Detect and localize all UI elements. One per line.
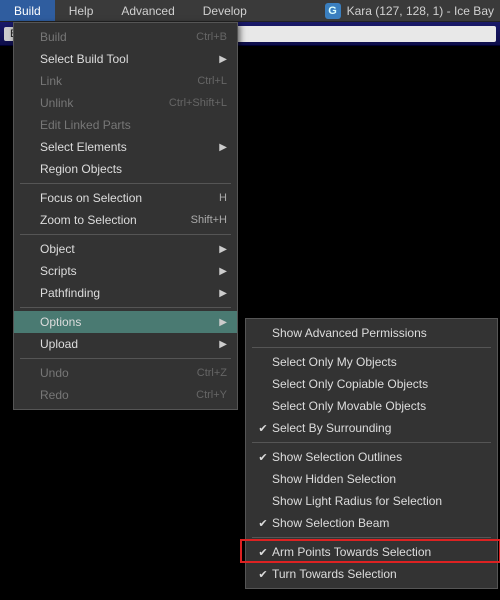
build-menu-item-zoom-to-selection[interactable]: Zoom to SelectionShift+H <box>14 209 237 231</box>
options-submenu-item-show-hidden-selection[interactable]: Show Hidden Selection <box>246 468 497 490</box>
check-icon: ✔ <box>254 546 272 559</box>
menubar-item-develop[interactable]: Develop <box>189 0 261 21</box>
menu-item-label: Region Objects <box>40 162 227 176</box>
check-icon: ✔ <box>254 517 272 530</box>
menubar-item-help[interactable]: Help <box>55 0 108 21</box>
group-icon: G <box>325 3 341 19</box>
menu-item-label: Build <box>40 30 186 44</box>
options-submenu-item-show-selection-beam[interactable]: ✔Show Selection Beam <box>246 512 497 534</box>
menu-item-label: Focus on Selection <box>40 191 209 205</box>
menu-item-accelerator: Shift+H <box>181 214 227 226</box>
menubar-spacer <box>261 0 319 21</box>
menu-item-accelerator: H <box>209 192 227 204</box>
menu-item-label: Show Selection Outlines <box>272 450 487 464</box>
chevron-right-icon: ▶ <box>217 244 227 255</box>
menu-item-label: Redo <box>40 388 186 402</box>
build-menu: BuildCtrl+BSelect Build Tool▶LinkCtrl+LU… <box>13 22 238 410</box>
options-submenu-item-select-only-my-objects[interactable]: Select Only My Objects <box>246 351 497 373</box>
menu-item-label: Select Only Copiable Objects <box>272 377 487 391</box>
menu-item-label: Select Only My Objects <box>272 355 487 369</box>
menu-item-label: Undo <box>40 366 187 380</box>
menu-item-label: Show Hidden Selection <box>272 472 487 486</box>
menu-item-label: Options <box>40 315 217 329</box>
build-menu-item-redo: RedoCtrl+Y <box>14 384 237 406</box>
menu-item-label: Select Build Tool <box>40 52 217 66</box>
menubar-item-build[interactable]: Build <box>0 0 55 21</box>
options-submenu-item-select-only-copiable-objects[interactable]: Select Only Copiable Objects <box>246 373 497 395</box>
options-submenu-item-show-selection-outlines[interactable]: ✔Show Selection Outlines <box>246 446 497 468</box>
options-submenu-item-select-only-movable-objects[interactable]: Select Only Movable Objects <box>246 395 497 417</box>
options-submenu-item-show-advanced-permissions[interactable]: Show Advanced Permissions <box>246 322 497 344</box>
menu-item-label: Select Elements <box>40 140 217 154</box>
menu-item-label: Show Advanced Permissions <box>272 326 487 340</box>
chevron-right-icon: ▶ <box>217 142 227 153</box>
build-menu-item-object[interactable]: Object▶ <box>14 238 237 260</box>
menu-item-accelerator: Ctrl+B <box>186 31 227 43</box>
build-menu-item-link: LinkCtrl+L <box>14 70 237 92</box>
menu-item-label: Scripts <box>40 264 217 278</box>
chevron-right-icon: ▶ <box>217 317 227 328</box>
options-submenu-item-arm-points-towards-selection[interactable]: ✔Arm Points Towards Selection <box>246 541 497 563</box>
menu-item-label: Arm Points Towards Selection <box>272 545 487 559</box>
location-badge[interactable]: G Kara (127, 128, 1) - Ice Bay <box>319 0 500 21</box>
build-menu-item-undo: UndoCtrl+Z <box>14 362 237 384</box>
options-submenu-separator <box>252 442 491 443</box>
menu-item-label: Show Light Radius for Selection <box>272 494 487 508</box>
build-menu-item-region-objects[interactable]: Region Objects <box>14 158 237 180</box>
build-menu-item-options[interactable]: Options▶ <box>14 311 237 333</box>
menu-item-label: Link <box>40 74 187 88</box>
build-menu-item-pathfinding[interactable]: Pathfinding▶ <box>14 282 237 304</box>
menu-item-label: Zoom to Selection <box>40 213 181 227</box>
menu-item-label: Select Only Movable Objects <box>272 399 487 413</box>
options-submenu-separator <box>252 347 491 348</box>
menu-item-label: Object <box>40 242 217 256</box>
chevron-right-icon: ▶ <box>217 54 227 65</box>
menu-item-label: Turn Towards Selection <box>272 567 487 581</box>
check-icon: ✔ <box>254 568 272 581</box>
options-submenu: Show Advanced Permissions Select Only My … <box>245 318 498 589</box>
menubar-item-advanced[interactable]: Advanced <box>107 0 188 21</box>
menu-item-accelerator: Ctrl+Shift+L <box>159 97 227 109</box>
build-menu-item-build: BuildCtrl+B <box>14 26 237 48</box>
options-submenu-separator <box>252 537 491 538</box>
location-text: Kara (127, 128, 1) - Ice Bay <box>347 4 494 18</box>
build-menu-item-unlink: UnlinkCtrl+Shift+L <box>14 92 237 114</box>
options-submenu-item-show-light-radius-for-selection[interactable]: Show Light Radius for Selection <box>246 490 497 512</box>
build-menu-separator <box>20 358 231 359</box>
menu-item-accelerator: Ctrl+L <box>187 75 227 87</box>
build-menu-item-select-build-tool[interactable]: Select Build Tool▶ <box>14 48 237 70</box>
menu-item-label: Select By Surrounding <box>272 421 487 435</box>
menu-item-label: Show Selection Beam <box>272 516 487 530</box>
build-menu-separator <box>20 183 231 184</box>
menu-item-label: Edit Linked Parts <box>40 118 227 132</box>
build-menu-item-select-elements[interactable]: Select Elements▶ <box>14 136 237 158</box>
menu-item-accelerator: Ctrl+Y <box>186 389 227 401</box>
chevron-right-icon: ▶ <box>217 339 227 350</box>
build-menu-separator <box>20 234 231 235</box>
check-icon: ✔ <box>254 451 272 464</box>
build-menu-item-upload[interactable]: Upload▶ <box>14 333 237 355</box>
options-submenu-item-turn-towards-selection[interactable]: ✔Turn Towards Selection <box>246 563 497 585</box>
build-menu-item-edit-linked-parts: Edit Linked Parts <box>14 114 237 136</box>
menubar: Build Help Advanced Develop G Kara (127,… <box>0 0 500 22</box>
menu-item-accelerator: Ctrl+Z <box>187 367 227 379</box>
build-menu-separator <box>20 307 231 308</box>
build-menu-item-scripts[interactable]: Scripts▶ <box>14 260 237 282</box>
chevron-right-icon: ▶ <box>217 288 227 299</box>
chevron-right-icon: ▶ <box>217 266 227 277</box>
menu-item-label: Pathfinding <box>40 286 217 300</box>
options-submenu-item-select-by-surrounding[interactable]: ✔Select By Surrounding <box>246 417 497 439</box>
menu-item-label: Unlink <box>40 96 159 110</box>
menu-item-label: Upload <box>40 337 217 351</box>
check-icon: ✔ <box>254 422 272 435</box>
build-menu-item-focus-on-selection[interactable]: Focus on SelectionH <box>14 187 237 209</box>
